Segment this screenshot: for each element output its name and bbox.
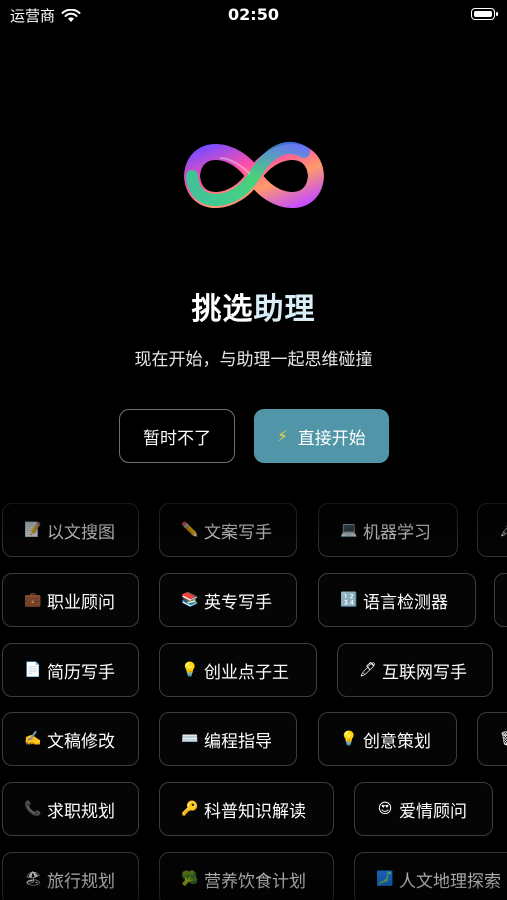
briefcase-icon: 💼 [24,592,42,608]
map-icon: 🗾 [376,871,394,887]
assistant-chip[interactable]: 🥦 营养饮食计划 [159,852,334,900]
assistant-chip[interactable]: 📄 简历写手 [2,643,139,697]
assistant-chip[interactable]: 🏖 旅行规划 [2,852,139,900]
books-icon: 📚 [181,592,199,608]
beach-icon: 🏖 [24,871,42,887]
assistant-chip[interactable]: 🔢 语言检测器 [318,573,476,627]
skip-label: 暂时不了 [143,428,211,449]
assistant-chip[interactable]: 🗑 [477,712,507,766]
writing-hand-icon: ✍️ [24,731,42,747]
assistant-chip[interactable]: ⌨️ 编程指导 [159,712,297,766]
assistant-chip[interactable]: 😍 爱情顾问 [354,782,493,836]
lightbulb-icon: 💡 [340,731,358,747]
chip-label: 文案写手 [204,522,272,543]
chip-label: 求职规划 [47,801,115,822]
title-part2: 助理 [253,292,316,327]
chip-label: 人文地理探索 [399,871,501,892]
chip-label: 旅行规划 [47,871,115,892]
chip-label: 互联网写手 [382,662,467,683]
fountain-pen-icon: 🖊 [359,662,377,678]
numbers-icon: 🔢 [340,592,358,608]
assistant-chip[interactable]: 🖊 互联网写手 [337,643,493,697]
infinity-logo-icon [184,142,324,208]
assistant-chip[interactable] [494,573,507,627]
chip-label: 英专写手 [204,592,272,613]
pencil-icon: ✏️ [181,522,199,538]
assistant-chip[interactable]: 📚 英专写手 [159,573,297,627]
broccoli-icon: 🥦 [181,871,199,887]
assistant-chip[interactable]: 🖋 [477,503,507,557]
assistant-chip-grid: 📝以文搜图 ✏️文案写手 💻机器学习 🖋 💼职业顾问 📚英专写手 🔢语言检测器 … [0,503,507,900]
assistant-chip[interactable]: 📞 求职规划 [2,782,139,836]
document-icon: 📄 [24,662,42,678]
chip-label: 职业顾问 [47,592,115,613]
chip-label: 简历写手 [47,662,115,683]
assistant-chip[interactable]: ✏️ 文案写手 [159,503,297,557]
start-label: 直接开始 [297,428,366,449]
heart-eyes-icon: 😍 [377,801,393,817]
chip-label: 创业点子王 [204,662,289,683]
skip-button[interactable]: 暂时不了 [119,409,235,463]
trash-icon: 🗑 [498,731,507,747]
laptop-icon: 💻 [340,522,358,538]
assistant-chip[interactable]: 💼 职业顾问 [2,573,139,627]
key-icon: 🔑 [181,801,199,817]
assistant-chip[interactable]: 💻 机器学习 [318,503,458,557]
chip-label: 语言检测器 [363,592,448,613]
start-button[interactable]: ⚡ 直接开始 [254,409,389,463]
clock: 02:50 [228,5,279,24]
phone-icon: 📞 [24,801,42,817]
assistant-chip[interactable]: ✍️ 文稿修改 [2,712,139,766]
title-part1: 挑选 [191,292,254,327]
subtitle: 现在开始，与助理一起思维碰撞 [134,350,373,370]
chip-label: 以文搜图 [47,522,115,543]
chip-label: 爱情顾问 [399,801,467,822]
chip-label: 创意策划 [363,731,431,752]
chip-label: 科普知识解读 [204,801,306,822]
pen-icon: 🖋 [498,522,507,538]
assistant-chip[interactable]: 🔑 科普知识解读 [159,782,334,836]
assistant-chip[interactable]: 📝 以文搜图 [2,503,139,557]
chip-label: 文稿修改 [47,731,115,752]
chip-label: 编程指导 [204,731,272,752]
page-title: 挑选助理 [0,284,507,328]
assistant-chip[interactable]: 🗾 人文地理探索 [354,852,507,900]
status-bar: 运营商 02:50 [0,0,507,30]
lightbulb-icon: 💡 [181,662,199,678]
battery-icon [471,8,498,20]
memo-icon: 📝 [24,522,42,538]
chip-label: 营养饮食计划 [204,871,306,892]
keyboard-icon: ⌨️ [181,731,199,747]
assistant-chip[interactable]: 💡 创意策划 [318,712,457,766]
chip-label: 机器学习 [363,522,431,543]
lightning-icon: ⚡ [277,427,288,445]
assistant-chip[interactable]: 💡 创业点子王 [159,643,317,697]
